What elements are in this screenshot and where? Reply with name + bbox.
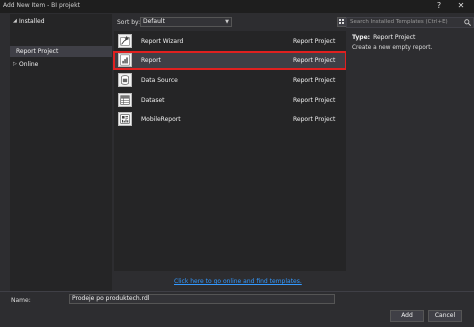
search-placeholder: Search Installed Templates (Ctrl+E) [350, 19, 448, 25]
template-project-type: Report Project [293, 38, 336, 45]
sort-by-value: Default [143, 18, 165, 25]
dataset-icon [118, 93, 132, 107]
template-row-report-wizard[interactable]: Report Wizard Report Project [114, 32, 346, 51]
template-name: Data Source [141, 77, 178, 84]
name-input[interactable]: Prodeje po produktech.rdl [69, 294, 335, 304]
add-button[interactable]: Add [390, 310, 424, 322]
type-line: Type: Report Project [352, 34, 415, 41]
tree-item-label: Installed [19, 18, 45, 25]
template-project-type: Report Project [293, 57, 336, 64]
template-name: Report [141, 57, 161, 64]
data-source-icon [118, 73, 132, 87]
template-search-input[interactable]: Search Installed Templates (Ctrl+E) [346, 17, 474, 28]
template-description: Create a new empty report. [352, 45, 433, 51]
template-row-mobile-report[interactable]: MobileReport Report Project [114, 110, 346, 129]
help-button[interactable]: ? [430, 0, 448, 12]
template-name: Report Wizard [141, 38, 184, 45]
template-project-type: Report Project [293, 97, 336, 104]
search-icon[interactable] [464, 19, 471, 26]
type-value: Report Project [373, 34, 416, 41]
title-bar: Add New Item - BI projekt ? ✕ [0, 0, 474, 13]
template-row-report[interactable]: Report Report Project [113, 51, 347, 70]
collapsed-arrow-icon[interactable]: ▷ [13, 59, 17, 70]
template-name: Dataset [141, 97, 165, 104]
tree-item-online[interactable]: ▷ Online [10, 59, 112, 70]
find-templates-online-link[interactable]: Click here to go online and find templat… [174, 278, 302, 285]
template-row-data-source[interactable]: Data Source Report Project [114, 71, 346, 90]
template-project-type: Report Project [293, 77, 336, 84]
template-row-dataset[interactable]: Dataset Report Project [114, 91, 346, 110]
tree-item-installed[interactable]: ◢ Installed [10, 16, 112, 27]
cancel-button[interactable]: Cancel [428, 310, 462, 322]
type-label: Type: [352, 34, 371, 41]
sort-by-select[interactable]: Default ▼ [140, 17, 232, 27]
template-project-type: Report Project [293, 116, 336, 123]
tree-item-label: Report Project [16, 48, 59, 55]
chevron-down-icon: ▼ [225, 19, 229, 25]
tree-item-label: Online [19, 61, 39, 68]
expanded-arrow-icon[interactable]: ◢ [13, 16, 17, 27]
details-pane: Type: Report Project Create a new empty r… [346, 31, 474, 271]
mobile-report-icon [118, 112, 132, 126]
sort-bar: Sort by: Default ▼ [114, 14, 359, 31]
close-button[interactable]: ✕ [452, 0, 470, 12]
category-tree: ◢ Installed Report Project ▷ Online [10, 14, 112, 292]
report-wizard-icon [118, 34, 132, 48]
template-list: Report Wizard Report Project Report Repo… [113, 31, 347, 271]
sort-by-label: Sort by: [117, 19, 141, 26]
window-title: Add New Item - BI projekt [3, 2, 80, 9]
tree-item-report-project[interactable]: Report Project [10, 46, 112, 57]
report-icon [118, 53, 132, 67]
name-label: Name: [11, 297, 31, 304]
separator [0, 291, 474, 292]
template-name: MobileReport [141, 116, 181, 123]
